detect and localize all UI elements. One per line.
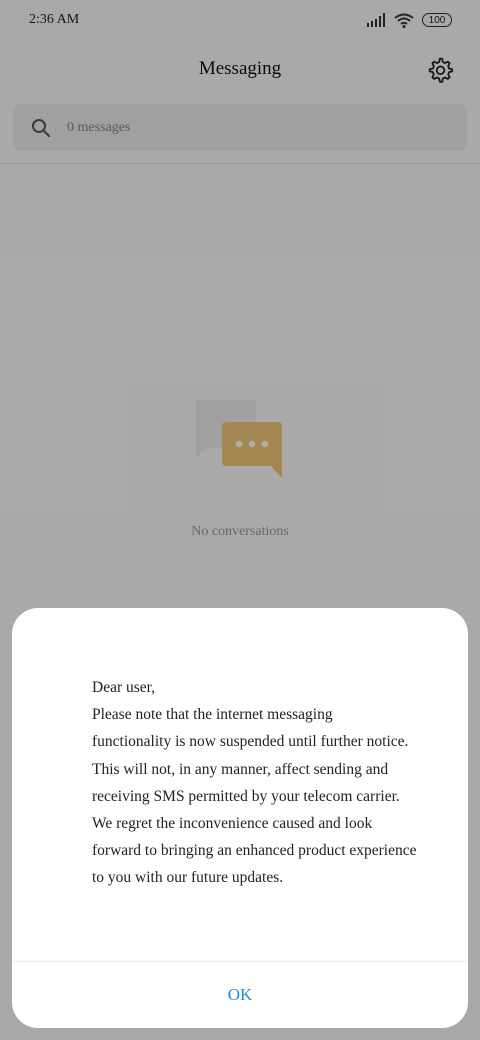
notice-dialog: Dear user, Please note that the internet… xyxy=(12,608,468,1028)
dialog-line: functionality is now suspended until fur… xyxy=(92,733,409,751)
ok-button[interactable]: OK xyxy=(12,962,468,1028)
dialog-line: to you with our future updates. xyxy=(92,869,284,887)
dialog-message: Dear user, Please note that the internet… xyxy=(92,674,432,892)
dialog-line: Please note that the internet messaging xyxy=(92,706,333,724)
dialog-greeting: Dear user, xyxy=(92,679,156,696)
dialog-line: receiving SMS permitted by your telecom … xyxy=(92,787,400,805)
dialog-line: forward to bringing an enhanced product … xyxy=(92,842,417,860)
messaging-screen: 2:36 AM 100 Messaging 0 messages No conv… xyxy=(0,0,480,1040)
dialog-line: We regret the inconvenience caused and l… xyxy=(92,815,373,833)
dialog-line: This will not, in any manner, affect sen… xyxy=(92,760,389,778)
